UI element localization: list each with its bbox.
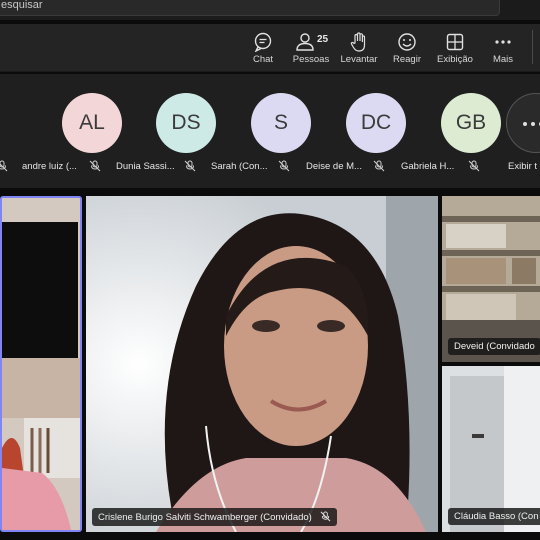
participant-name: Cláudia Basso (Con	[454, 511, 539, 522]
view-button[interactable]: Exibição	[428, 30, 482, 70]
smiley-icon	[398, 33, 416, 51]
mic-muted-icon	[184, 160, 196, 172]
participant-name: Crislene Burigo Salviti Schwamberger (Co…	[98, 512, 312, 523]
bottom-edge	[0, 532, 540, 540]
chat-icon	[254, 32, 272, 52]
mic-muted-icon	[373, 160, 385, 172]
video-tile-right-top[interactable]: Deveid (Convidado	[442, 196, 540, 362]
show-all-button[interactable]: Exibir t	[490, 74, 540, 188]
attendee-name: Sarah (Con...	[211, 161, 268, 172]
show-all-circle	[506, 93, 540, 153]
search-box[interactable]: esquisar	[0, 0, 500, 16]
attendee-name: Gabriela H...	[401, 161, 455, 172]
mic-muted-icon	[89, 160, 101, 172]
avatar: AL	[62, 93, 122, 153]
toolbar-divider	[532, 30, 533, 64]
more-icon	[495, 40, 511, 44]
video-feed	[2, 198, 80, 530]
mic-muted-icon	[278, 160, 290, 172]
chat-button[interactable]: Chat	[236, 30, 290, 70]
video-tile-right-bottom[interactable]: Cláudia Basso (Con	[442, 366, 540, 532]
raise-hand-icon	[350, 32, 366, 52]
react-label: Reagir	[393, 54, 421, 65]
avatar-initials: S	[273, 111, 288, 134]
more-button[interactable]: Mais	[476, 30, 530, 70]
raise-hand-button[interactable]: Levantar	[332, 30, 386, 70]
mic-muted-icon	[468, 160, 480, 172]
attendee-name: Deise de M...	[306, 161, 362, 172]
avatar: S	[251, 93, 311, 153]
layout-icon	[446, 33, 464, 51]
meeting-toolbar: Chat 25 Pessoas Levantar Reagir Exibição	[0, 24, 540, 72]
attendee-strip: AL andre luiz (... DS Dunia Sassi... S S…	[0, 74, 540, 188]
participant-name-tag: Deveid (Convidado	[448, 338, 540, 355]
people-label: Pessoas	[292, 54, 330, 65]
chat-label: Chat	[252, 54, 274, 65]
raise-hand-label: Levantar	[340, 54, 378, 65]
people-count: 25	[317, 34, 329, 45]
video-feed	[86, 196, 438, 532]
view-label: Exibição	[437, 54, 473, 65]
avatar-initials: DC	[360, 111, 392, 134]
avatar-initials: DS	[171, 111, 201, 134]
search-placeholder: esquisar	[1, 0, 43, 11]
participant-name-tag: Cláudia Basso (Con	[448, 508, 540, 525]
react-button[interactable]: Reagir	[380, 30, 434, 70]
mic-muted-icon	[321, 511, 331, 522]
show-all-label: Exibir t	[508, 161, 538, 172]
people-button[interactable]: 25 Pessoas	[284, 30, 338, 70]
avatar: DS	[156, 93, 216, 153]
attendee-name: Dunia Sassi...	[116, 161, 175, 172]
video-tile-left[interactable]	[0, 196, 82, 532]
participant-name: Deveid (Convidado	[454, 341, 535, 352]
avatar-initials: AL	[79, 111, 105, 134]
avatar-initials: GB	[455, 111, 487, 134]
title-bar: esquisar	[0, 0, 540, 20]
mic-muted-icon	[0, 160, 8, 172]
more-label: Mais	[492, 54, 514, 65]
avatar: DC	[346, 93, 406, 153]
more-icon	[523, 122, 540, 126]
participant-name-tag: Crislene Burigo Salviti Schwamberger (Co…	[92, 508, 338, 526]
video-tile-main[interactable]: Crislene Burigo Salviti Schwamberger (Co…	[86, 196, 438, 532]
attendee-name: andre luiz (...	[22, 161, 77, 172]
people-icon	[295, 33, 314, 51]
